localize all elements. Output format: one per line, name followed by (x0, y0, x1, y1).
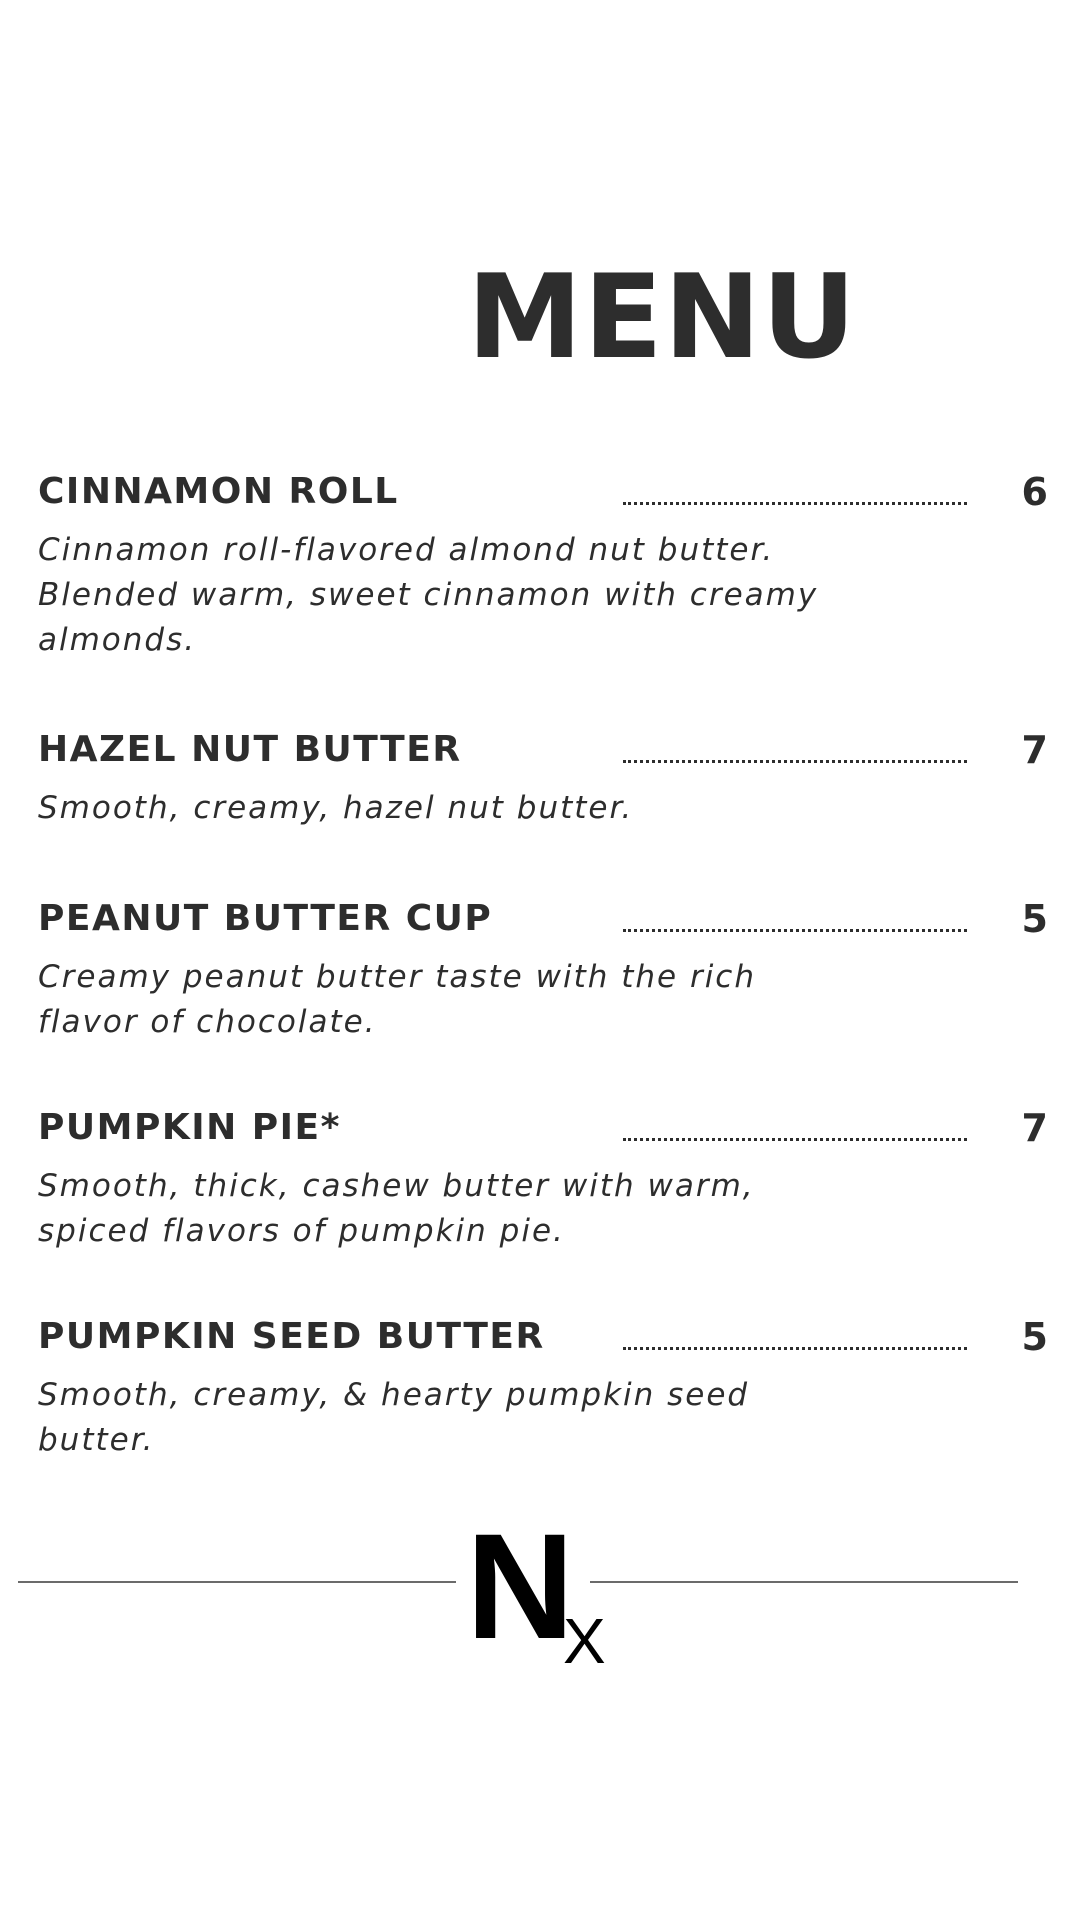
footer-divider-right (590, 1581, 1018, 1583)
dotted-leader (623, 929, 967, 932)
item-price: 7 (1021, 728, 1048, 772)
item-price: 5 (1021, 897, 1048, 941)
menu-title: MENU (467, 250, 857, 385)
item-description: Smooth, creamy, & hearty pumpkin seed bu… (38, 1377, 750, 1458)
item-name: PUMPKIN PIE* (38, 1107, 341, 1148)
dotted-leader (623, 760, 967, 763)
dotted-leader (623, 1347, 967, 1350)
item-description: Cinnamon roll-flavored almond nut butter… (38, 532, 819, 658)
logo-letter-x: X (563, 1605, 606, 1670)
item-description: Smooth, thick, cashew butter with warm, … (38, 1168, 755, 1249)
item-name: PUMPKIN SEED BUTTER (38, 1316, 545, 1357)
brand-logo: N X (466, 1520, 606, 1670)
item-name: HAZEL NUT BUTTER (38, 729, 462, 770)
item-description: Smooth, creamy, hazel nut butter. (38, 790, 634, 826)
item-price: 7 (1021, 1106, 1048, 1150)
item-description: Creamy peanut butter taste with the rich… (38, 959, 756, 1040)
item-price: 5 (1021, 1315, 1048, 1359)
logo-letter-n: N (466, 1520, 574, 1670)
footer-divider-left (18, 1581, 456, 1583)
dotted-leader (623, 1138, 967, 1141)
item-name: CINNAMON ROLL (38, 471, 399, 512)
dotted-leader (623, 502, 967, 505)
item-name: PEANUT BUTTER CUP (38, 898, 493, 939)
item-price: 6 (1021, 470, 1048, 514)
